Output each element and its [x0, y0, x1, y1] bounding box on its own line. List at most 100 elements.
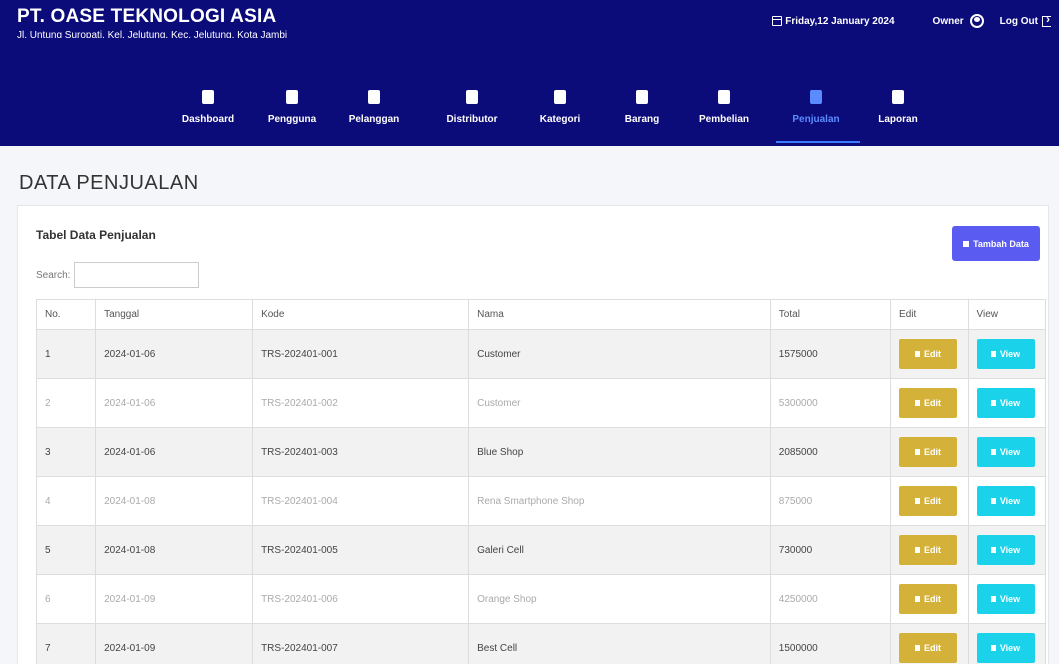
cell-edit: Edit: [890, 623, 969, 664]
cell-view: View: [967, 525, 1046, 575]
edit-button[interactable]: Edit: [899, 388, 958, 418]
cell-total: 1500000: [769, 623, 892, 664]
nav-item-label: Distributor: [446, 114, 498, 125]
edit-button[interactable]: Edit: [899, 535, 958, 565]
nav-item-label: Pembelian: [698, 114, 750, 125]
nav-item-barang[interactable]: Barang: [602, 90, 682, 125]
cell-total: 730000: [769, 525, 892, 575]
logout-button[interactable]: Log Out: [999, 12, 1051, 27]
edit-button-label: Edit: [924, 496, 942, 506]
view-button[interactable]: View: [976, 339, 1035, 369]
logout-label: Log Out: [999, 15, 1038, 27]
view-button-label: View: [999, 349, 1021, 359]
cart-icon: [810, 90, 822, 104]
cell-total: 2085000: [769, 427, 892, 477]
view-button[interactable]: View: [976, 486, 1035, 516]
search-label: Search:: [36, 270, 71, 281]
edit-button-label: Edit: [924, 545, 942, 555]
cell-nama: Customer: [468, 378, 771, 428]
calendar-icon: [772, 16, 783, 26]
date-display: Friday,12 January 2024: [772, 16, 895, 27]
cell-no: 6: [35, 574, 97, 624]
user-label: Owner: [932, 15, 964, 27]
cell-no: 1: [35, 329, 97, 379]
edit-button[interactable]: Edit: [899, 486, 958, 516]
cell-no: 7: [35, 623, 97, 664]
pencil-icon: [915, 596, 921, 602]
cell-tanggal: 2024-01-06: [95, 378, 254, 428]
cell-tanggal: 2024-01-06: [95, 427, 254, 477]
card-title: Tabel Data Penjualan: [36, 228, 156, 242]
cell-view: View: [967, 574, 1046, 624]
eye-icon: [990, 645, 996, 651]
edit-button[interactable]: Edit: [899, 633, 958, 663]
cell-nama: Blue Shop: [468, 427, 771, 477]
cell-view: View: [967, 623, 1046, 664]
col-header-no: No.: [35, 299, 97, 330]
eye-icon: [990, 449, 996, 455]
file-icon: [892, 90, 904, 104]
table-header-row: No. Tanggal Kode Nama Total Edit View: [35, 299, 1046, 330]
edit-button[interactable]: Edit: [899, 437, 958, 467]
cell-total: 875000: [769, 476, 892, 526]
cell-tanggal: 2024-01-09: [95, 574, 254, 624]
table-row: 5 2024-01-08 TRS-202401-005 Galeri Cell 7300…: [35, 525, 1046, 575]
cell-nama: Galeri Cell: [468, 525, 771, 575]
view-button[interactable]: View: [976, 535, 1035, 565]
cell-nama: Rena Smartphone Shop: [468, 476, 771, 526]
cell-kode: TRS-202401-005: [252, 525, 470, 575]
bookmark-icon: [554, 90, 566, 104]
cell-kode: TRS-202401-007: [252, 623, 470, 664]
view-button[interactable]: View: [976, 437, 1035, 467]
cell-view: View: [967, 329, 1046, 379]
cell-kode: TRS-202401-006: [252, 574, 470, 624]
nav-item-kategori[interactable]: Kategori: [520, 90, 600, 125]
cell-total: 5300000: [769, 378, 892, 428]
edit-button[interactable]: Edit: [899, 584, 958, 614]
cell-tanggal: 2024-01-06: [95, 329, 254, 379]
view-button-label: View: [999, 545, 1021, 555]
nav-item-distributor[interactable]: Distributor: [432, 90, 512, 125]
view-button[interactable]: View: [976, 388, 1035, 418]
nav-item-laporan[interactable]: Laporan: [858, 90, 938, 125]
cell-kode: TRS-202401-002: [252, 378, 470, 428]
nav-items: Dashboard Pengguna Pelanggan Distributor Kat…: [0, 78, 1059, 144]
edit-button-label: Edit: [924, 594, 942, 604]
table-row: 3 2024-01-06 TRS-202401-003 Blue Shop 208500…: [35, 427, 1046, 477]
cell-edit: Edit: [890, 329, 969, 379]
cell-kode: TRS-202401-004: [252, 476, 470, 526]
nav-item-pelanggan[interactable]: Pelanggan: [334, 90, 414, 125]
eye-icon: [990, 400, 996, 406]
cell-no: 5: [35, 525, 97, 575]
nav-item-pengguna[interactable]: Pengguna: [252, 90, 332, 125]
cell-no: 2: [35, 378, 97, 428]
add-data-button[interactable]: Tambah Data: [952, 226, 1040, 261]
cell-view: View: [967, 378, 1046, 428]
edit-button[interactable]: Edit: [899, 339, 958, 369]
table-row: 4 2024-01-08 TRS-202401-004 Rena Smartphone…: [35, 476, 1046, 526]
view-button[interactable]: View: [976, 584, 1035, 614]
view-button-label: View: [999, 643, 1021, 653]
user-menu[interactable]: Owner: [933, 14, 984, 28]
nav-item-penjualan[interactable]: Penjualan: [776, 90, 856, 125]
table-body: 1 2024-01-06 TRS-202401-001 Customer 1575000…: [35, 329, 1046, 664]
nav-item-pembelian[interactable]: Pembelian: [684, 90, 764, 125]
cell-no: 3: [35, 427, 97, 477]
nav-item-label: Pelanggan: [348, 114, 400, 125]
col-header-tanggal: Tanggal: [95, 299, 254, 330]
cell-nama: Customer: [468, 329, 771, 379]
cell-edit: Edit: [890, 574, 969, 624]
view-button[interactable]: View: [976, 633, 1035, 663]
sales-table: No. Tanggal Kode Nama Total Edit View 12…: [35, 299, 1046, 664]
cell-kode: TRS-202401-003: [252, 427, 470, 477]
top-header: PT. OASE TEKNOLOGI ASIA Jl. Untung Surop…: [0, 0, 1059, 41]
nav-item-dashboard[interactable]: Dashboard: [168, 90, 248, 125]
main-navbar: Dashboard Pengguna Pelanggan Distributor Kat…: [0, 38, 1059, 146]
brand-title: PT. OASE TEKNOLOGI ASIA: [17, 6, 277, 27]
pencil-icon: [915, 351, 921, 357]
cell-edit: Edit: [890, 476, 969, 526]
cell-total: 4250000: [769, 574, 892, 624]
cell-view: View: [967, 476, 1046, 526]
id-card-icon: [368, 90, 380, 104]
search-input[interactable]: [74, 262, 199, 288]
